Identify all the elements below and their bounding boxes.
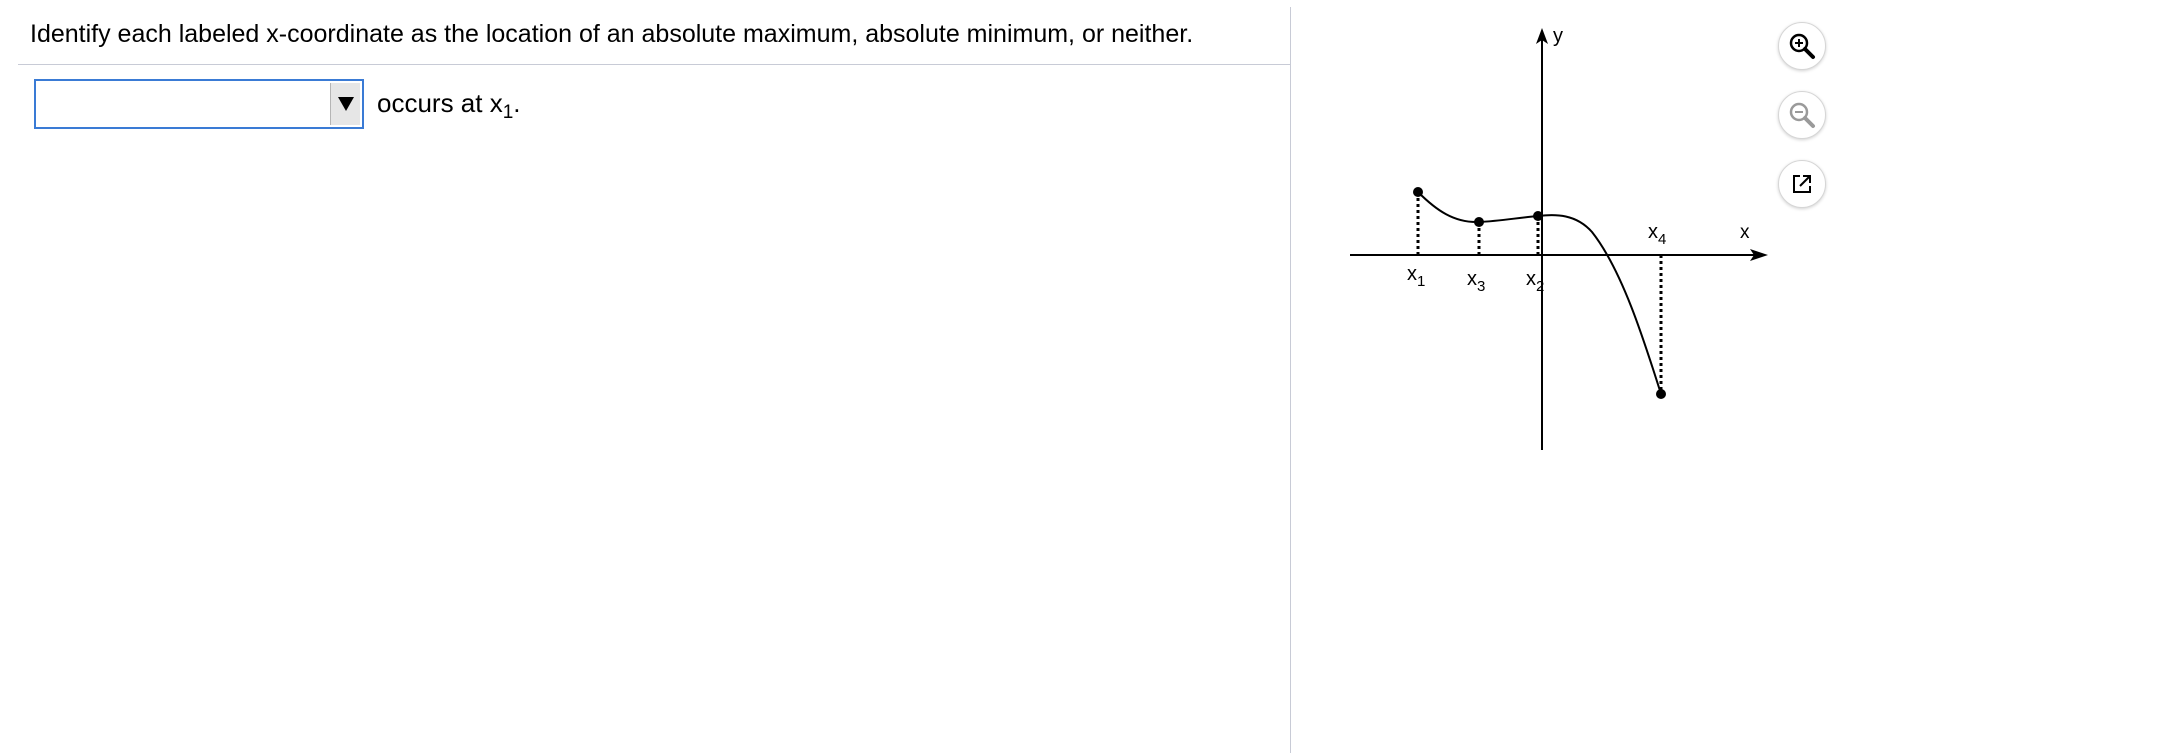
function-graph: y x x1 x3 x2 x4 xyxy=(1350,25,1768,450)
label-x1: x1 xyxy=(1407,263,1425,290)
triangle-down-icon xyxy=(337,97,354,111)
popout-button[interactable] xyxy=(1778,160,1826,208)
endpoint-left xyxy=(1413,187,1423,197)
zoom-in-icon xyxy=(1789,33,1815,59)
question-divider xyxy=(18,64,1290,65)
pane-divider xyxy=(1290,7,1291,753)
zoom-out-icon xyxy=(1789,102,1815,128)
answer-statement: occurs at x1. xyxy=(377,88,521,124)
point-x2 xyxy=(1533,211,1543,221)
label-x4: x4 xyxy=(1648,221,1666,248)
x-axis-label: x xyxy=(1740,222,1750,243)
point-x3 xyxy=(1474,217,1484,227)
answer-dropdown[interactable] xyxy=(34,79,364,129)
popout-icon xyxy=(1793,175,1811,193)
answer-subscript: 1 xyxy=(502,102,514,123)
label-x3: x3 xyxy=(1467,268,1485,295)
dropdown-arrow-button[interactable] xyxy=(330,83,360,125)
zoom-out-button[interactable] xyxy=(1778,91,1826,139)
question-pane: Identify each labeled x-coordinate as th… xyxy=(0,0,1290,748)
answer-text-end: . xyxy=(513,88,521,118)
answer-text-main: occurs at x xyxy=(377,88,503,118)
endpoint-right xyxy=(1656,389,1666,399)
zoom-in-button[interactable] xyxy=(1778,22,1826,70)
question-text: Identify each labeled x-coordinate as th… xyxy=(30,20,1194,48)
y-axis-label: y xyxy=(1553,25,1563,47)
